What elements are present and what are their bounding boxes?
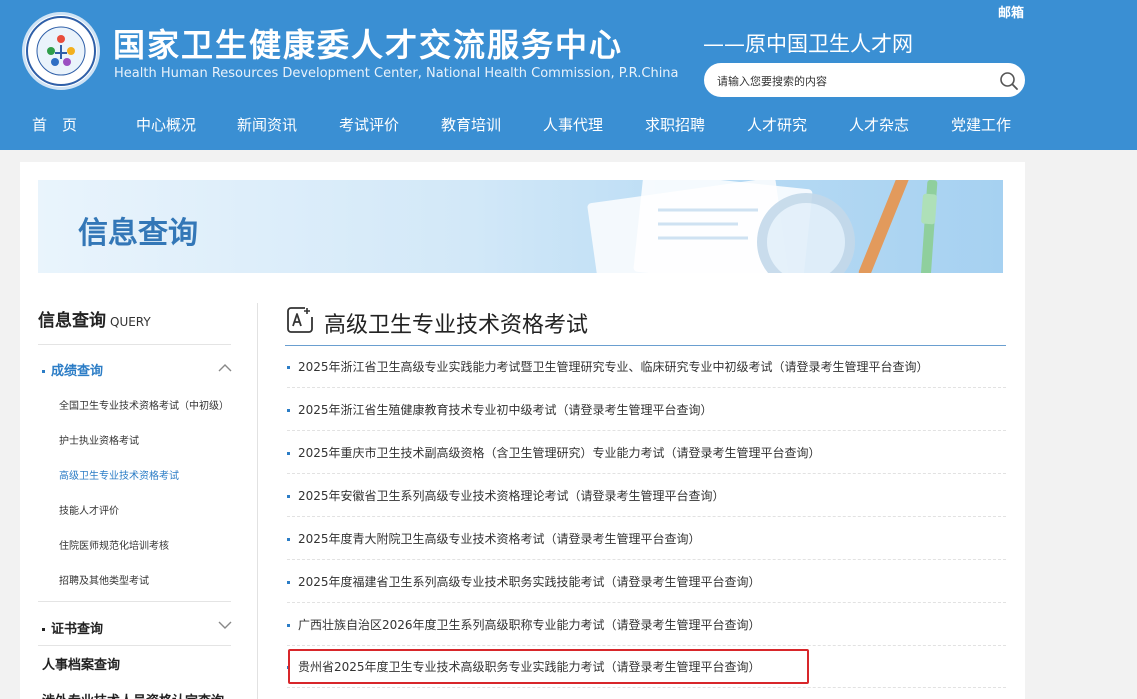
list-item-link[interactable]: 2025年度福建省卫生系列高级专业技术职务实践技能考试（请登录考生管理平台查询） (298, 573, 761, 590)
nav-item-training[interactable]: 教育培训 (441, 114, 501, 135)
nav-item-research[interactable]: 人才研究 (747, 114, 807, 135)
list-item[interactable]: 2025年浙江省卫生高级专业实践能力考试暨卫生管理研究专业、临床研究专业中初级考… (287, 345, 1006, 388)
column-divider (257, 303, 258, 699)
sidebar-divider (38, 344, 231, 345)
list-item[interactable]: 2025年浙江省生殖健康教育技术专业初中级考试（请登录考生管理平台查询） (287, 388, 1006, 431)
list-item[interactable]: 2025年度福建省卫生系列高级专业技术职务实践技能考试（请登录考生管理平台查询） (287, 560, 1006, 603)
row-separator (287, 687, 1006, 688)
sidebar-group-label: 成绩查询 (51, 364, 104, 379)
search-input[interactable] (717, 70, 987, 92)
site-header: 国家卫生健康委人才交流服务中心 Health Human Resources D… (0, 0, 1137, 150)
mail-link[interactable]: 邮箱 (998, 2, 1024, 21)
search-icon[interactable] (999, 71, 1019, 91)
list-item-link[interactable]: 2025年度青大附院卫生高级专业技术资格考试（请登录考生管理平台查询） (298, 530, 701, 547)
site-slogan: ——原中国卫生人才网 (703, 32, 913, 56)
sidebar-divider (38, 645, 231, 646)
bullet-dot (287, 538, 290, 541)
site-title: 国家卫生健康委人才交流服务中心 (113, 26, 624, 64)
nav-item-exam[interactable]: 考试评价 (339, 114, 399, 135)
list-item[interactable]: 广西壮族自治区2026年度卫生系列高级职称专业能力考试（请登录考生管理平台查询） (287, 603, 1006, 646)
nav-item-home[interactable]: 首 页 (32, 114, 77, 135)
nav-item-personnel-agency[interactable]: 人事代理 (543, 114, 603, 135)
search-box (704, 63, 1025, 97)
list-item-link[interactable]: 2025年浙江省生殖健康教育技术专业初中级考试（请登录考生管理平台查询） (298, 401, 713, 418)
page-title: 高级卫生专业技术资格考试 (324, 313, 589, 338)
bullet-dot (287, 581, 290, 584)
sidebar-group-label: 证书查询 (51, 622, 104, 637)
list-item[interactable]: 2025年安徽省卫生系列高级专业技术资格理论考试（请登录考生管理平台查询） (287, 474, 1006, 517)
main-nav: 首 页 中心概况 新闻资讯 考试评价 教育培训 人事代理 求职招聘 人才研究 人… (0, 108, 1137, 142)
page-banner: 信息查询 (38, 180, 1003, 273)
bullet-dot (287, 452, 290, 455)
bullet-dot (287, 666, 290, 669)
sidebar-item-recruitment[interactable]: 招聘及其他类型考试 (59, 572, 149, 587)
list-item[interactable]: 2025年度青大附院卫生高级专业技术资格考试（请登录考生管理平台查询） (287, 517, 1006, 560)
sidebar-group-certificate[interactable]: 证书查询 (42, 618, 103, 637)
sidebar-group-archive[interactable]: 人事档案查询 (42, 654, 120, 673)
sidebar-title-text: 信息查询 (38, 311, 106, 331)
sidebar-item-residency[interactable]: 住院医师规范化培训考核 (59, 537, 169, 552)
chevron-up-icon[interactable] (218, 363, 232, 373)
nav-item-news[interactable]: 新闻资讯 (237, 114, 297, 135)
bullet-dot (287, 495, 290, 498)
banner-title: 信息查询 (78, 216, 198, 251)
sidebar-title: 信息查询 QUERY (38, 306, 151, 331)
sidebar-divider (38, 601, 231, 602)
bullet-dot (42, 370, 45, 373)
sidebar-group-score[interactable]: 成绩查询 (42, 360, 103, 379)
sidebar-item-senior-exam[interactable]: 高级卫生专业技术资格考试 (59, 467, 179, 482)
list-item-link[interactable]: 2025年安徽省卫生系列高级专业技术资格理论考试（请登录考生管理平台查询） (298, 487, 725, 504)
list-item-link[interactable]: 2025年重庆市卫生技术副高级资格（含卫生管理研究）专业能力考试（请登录考生管理… (298, 444, 821, 461)
bullet-dot (287, 409, 290, 412)
sidebar-item-skills[interactable]: 技能人才评价 (59, 502, 119, 517)
bullet-dot (287, 366, 290, 369)
nav-item-party[interactable]: 党建工作 (951, 114, 1011, 135)
list-item-link[interactable]: 广西壮族自治区2026年度卫生系列高级职称专业能力考试（请登录考生管理平台查询） (298, 616, 761, 633)
center-logo-icon[interactable] (22, 12, 100, 90)
chevron-down-icon[interactable] (218, 620, 232, 630)
bullet-dot (287, 624, 290, 627)
sidebar-title-en: QUERY (110, 315, 151, 329)
sidebar-group-foreign[interactable]: 涉外专业技术人员资格认定查询 (42, 690, 224, 699)
nav-item-magazine[interactable]: 人才杂志 (849, 114, 909, 135)
sidebar-item-national-exam[interactable]: 全国卫生专业技术资格考试（中初级） (59, 397, 229, 412)
edit-sparkle-icon (287, 307, 313, 333)
bullet-dot (42, 628, 45, 631)
list-item-link[interactable]: 贵州省2025年度卫生专业技术高级职务专业实践能力考试（请登录考生管理平台查询） (298, 658, 761, 675)
nav-item-about[interactable]: 中心概况 (136, 114, 196, 135)
list-item-link[interactable]: 2025年浙江省卫生高级专业实践能力考试暨卫生管理研究专业、临床研究专业中初级考… (298, 358, 929, 375)
site-title-english: Health Human Resources Development Cente… (114, 66, 679, 81)
sidebar-item-nurse-exam[interactable]: 护士执业资格考试 (59, 432, 139, 447)
list-item[interactable]: 贵州省2025年度卫生专业技术高级职务专业实践能力考试（请登录考生管理平台查询） (287, 645, 1006, 688)
nav-item-jobs[interactable]: 求职招聘 (645, 114, 705, 135)
list-item[interactable]: 2025年重庆市卫生技术副高级资格（含卫生管理研究）专业能力考试（请登录考生管理… (287, 431, 1006, 474)
